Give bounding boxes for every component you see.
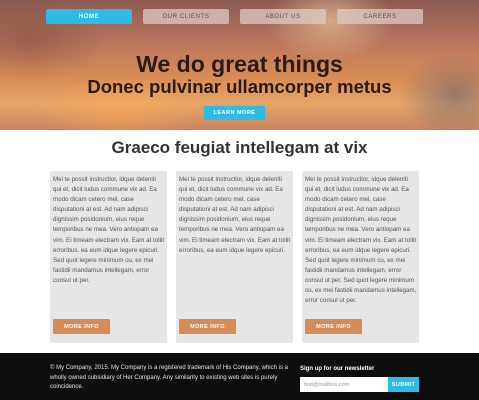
info-card: Mei te possit instructior, idque delenit… (176, 171, 293, 343)
card-text: Mei te possit instructior, idque delenit… (179, 176, 291, 254)
card-text: Mei te possit instructior, idque delenit… (305, 176, 417, 305)
hero-subtitle: Donec pulvinar ullamcorper metus (87, 76, 392, 97)
nav-careers[interactable]: CAREERS (337, 9, 423, 24)
newsletter-submit-button[interactable]: SUBMIT (388, 377, 419, 392)
info-card: Mei te possit instructior, idque delenit… (302, 171, 419, 343)
footer: © My Company, 2015. My Company is a regi… (0, 353, 479, 400)
card-text: Mei te possit instructior, idque delenit… (53, 176, 165, 284)
more-info-button[interactable]: MORE INFO (53, 319, 110, 334)
newsletter-email-input[interactable] (300, 377, 388, 392)
nav-home[interactable]: HOME (46, 9, 132, 24)
learn-more-button[interactable]: LEARN MORE (204, 106, 265, 120)
hero-banner: HOME OUR CLIENTS ABOUT US CAREERS We do … (0, 0, 479, 130)
more-info-button[interactable]: MORE INFO (305, 319, 362, 334)
hero-title: We do great things (136, 51, 343, 77)
info-card: Mei te possit instructior, idque delenit… (50, 171, 167, 343)
newsletter-title: Sign up for our newsletter (300, 366, 375, 372)
main-nav: HOME OUR CLIENTS ABOUT US CAREERS (0, 9, 479, 24)
section-title: Graeco feugiat intellegam at vix (111, 138, 368, 157)
nav-our-clients[interactable]: OUR CLIENTS (143, 9, 229, 24)
copyright-text: © My Company, 2015. My Company is a regi… (50, 365, 288, 391)
nav-about-us[interactable]: ABOUT US (240, 9, 326, 24)
more-info-button[interactable]: MORE INFO (179, 319, 236, 334)
